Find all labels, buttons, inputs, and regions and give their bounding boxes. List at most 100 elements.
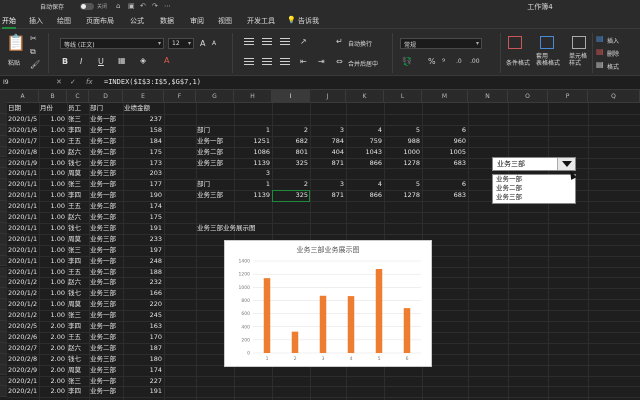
summary-cell[interactable]: 业务二部 (197, 147, 232, 157)
row-header[interactable] (0, 331, 7, 343)
row-header[interactable] (0, 157, 7, 169)
table-cell[interactable]: 1.00 (40, 288, 65, 298)
autosave-toggle[interactable] (80, 3, 94, 10)
table-cell[interactable]: 1.00 (40, 201, 65, 211)
row-header[interactable] (0, 342, 7, 354)
table-cell[interactable]: 2020/1/7 (8, 136, 37, 146)
underline-button[interactable]: U (98, 57, 104, 66)
summary-cell[interactable]: 801 (273, 147, 308, 157)
table-cell[interactable]: 赵六 (68, 343, 87, 353)
conditional-format-icon[interactable] (508, 36, 522, 49)
lookup-header-cell[interactable]: 3 (311, 179, 344, 189)
table-cell[interactable]: 1.00 (40, 277, 65, 287)
table-cell[interactable]: 233 (124, 234, 162, 244)
table-cell[interactable]: 张三 (68, 310, 87, 320)
summary-cell[interactable]: 682 (273, 136, 308, 146)
table-cell[interactable]: 李四 (68, 190, 87, 200)
table-cell[interactable]: 周莫 (68, 168, 87, 178)
table-cell[interactable]: 张三 (68, 114, 87, 124)
tab-review[interactable]: 审阅 (190, 16, 204, 26)
table-cell[interactable]: 业务一部 (90, 125, 121, 135)
chart-bar[interactable] (319, 295, 327, 353)
tab-view[interactable]: 视图 (218, 16, 232, 26)
table-cell[interactable]: 174 (124, 365, 162, 375)
summary-cell[interactable]: 1005 (423, 147, 466, 157)
column-header-j[interactable]: J (310, 90, 346, 103)
table-cell[interactable]: 1.00 (40, 190, 65, 200)
table-cell[interactable]: 2020/2/9 (8, 365, 37, 375)
table-cell[interactable]: 业务三部 (90, 354, 121, 364)
row-header[interactable] (0, 233, 7, 245)
column-header-q[interactable]: Q (588, 90, 640, 103)
row-header[interactable] (0, 310, 7, 321)
table-cell[interactable]: 张三 (68, 376, 87, 386)
table-cell[interactable]: 业务一部 (90, 376, 121, 386)
formula-input[interactable]: =INDEX($I$3:I$5,$G$7,1) (104, 78, 201, 86)
table-cell[interactable]: 2020/1/22 (8, 299, 37, 309)
summary-header-cell[interactable]: 4 (347, 125, 382, 135)
summary-cell[interactable]: 业务一部 (197, 136, 232, 146)
lookup-cell[interactable]: 1278 (385, 190, 420, 200)
row-header[interactable] (0, 321, 7, 332)
table-header-cell[interactable]: 部门 (90, 103, 121, 113)
table-cell[interactable]: 2020/1/16 (8, 234, 37, 244)
align-top-icon[interactable] (244, 38, 254, 46)
table-cell[interactable]: 170 (124, 332, 162, 342)
table-cell[interactable]: 2020/1/14 (8, 212, 37, 222)
row-header[interactable] (0, 201, 7, 212)
table-cell[interactable]: 1.00 (40, 310, 65, 320)
table-cell[interactable]: 钱七 (68, 354, 87, 364)
confirm-icon[interactable]: ✓ (70, 78, 76, 86)
row-header[interactable] (0, 124, 7, 136)
table-cell[interactable]: 237 (124, 114, 162, 124)
table-cell[interactable]: 175 (124, 212, 162, 222)
table-cell[interactable]: 李四 (68, 125, 87, 135)
format-cells-icon[interactable]: ▤ (596, 61, 604, 69)
insert-cells-icon[interactable]: ▤ (596, 35, 604, 43)
row-header[interactable] (0, 103, 7, 114)
table-cell[interactable]: 174 (124, 201, 162, 211)
summary-cell[interactable]: 1139 (235, 158, 270, 168)
indent-icon[interactable]: ⇤ (300, 58, 307, 66)
table-cell[interactable]: 2020/1/8 (8, 147, 37, 157)
row-header[interactable] (0, 353, 7, 365)
summary-header-cell[interactable]: 部门 (197, 125, 232, 135)
summary-cell[interactable]: 988 (385, 136, 420, 146)
table-cell[interactable]: 1.00 (40, 179, 65, 189)
lookup-header-cell[interactable]: 1 (235, 179, 270, 189)
dropdown-option[interactable]: 业务三部 (493, 193, 575, 202)
table-cell[interactable]: 王五 (68, 332, 87, 342)
table-cell[interactable]: 业务一部 (90, 310, 121, 320)
table-cell[interactable]: 175 (124, 147, 162, 157)
table-cell[interactable]: 业务三部 (90, 288, 121, 298)
department-dropdown[interactable]: 业务三部 (492, 157, 576, 171)
wrap-text-button[interactable]: 自动换行 (348, 39, 372, 48)
table-cell[interactable]: 业务三部 (90, 168, 121, 178)
table-cell[interactable]: 227 (124, 376, 162, 386)
table-cell[interactable]: 220 (124, 299, 162, 309)
table-cell[interactable]: 2020/1/12 (8, 190, 37, 200)
table-cell[interactable]: 李四 (68, 321, 87, 331)
column-header-m[interactable]: M (422, 90, 468, 103)
row-header[interactable] (0, 375, 7, 387)
lookup-cell[interactable]: 683 (423, 190, 466, 200)
align-center-icon[interactable] (262, 58, 272, 66)
column-header-l[interactable]: L (384, 90, 422, 103)
column-header-o[interactable]: O (508, 90, 548, 103)
table-cell[interactable]: 2020/1/11 (8, 179, 37, 189)
summary-header-cell[interactable]: 3 (311, 125, 344, 135)
table-header-cell[interactable]: 日期 (8, 103, 37, 113)
grow-font-button[interactable]: A (200, 39, 205, 48)
currency-icon[interactable]: 💱 (402, 58, 412, 66)
paste-button-label[interactable]: 粘贴 (8, 58, 20, 67)
table-cell[interactable]: 业务一部 (90, 386, 121, 396)
summary-cell[interactable]: 1278 (385, 158, 420, 168)
row-header[interactable] (0, 190, 7, 202)
table-cell[interactable]: 业务三部 (90, 234, 121, 244)
insert-cells-button[interactable]: 插入 (607, 36, 619, 45)
table-cell[interactable]: 张三 (68, 245, 87, 255)
summary-header-cell[interactable]: 1 (235, 125, 270, 135)
wrap-text-icon[interactable]: ↵ (336, 38, 343, 46)
summary-cell[interactable]: 683 (423, 158, 466, 168)
table-cell[interactable]: 1.00 (40, 136, 65, 146)
